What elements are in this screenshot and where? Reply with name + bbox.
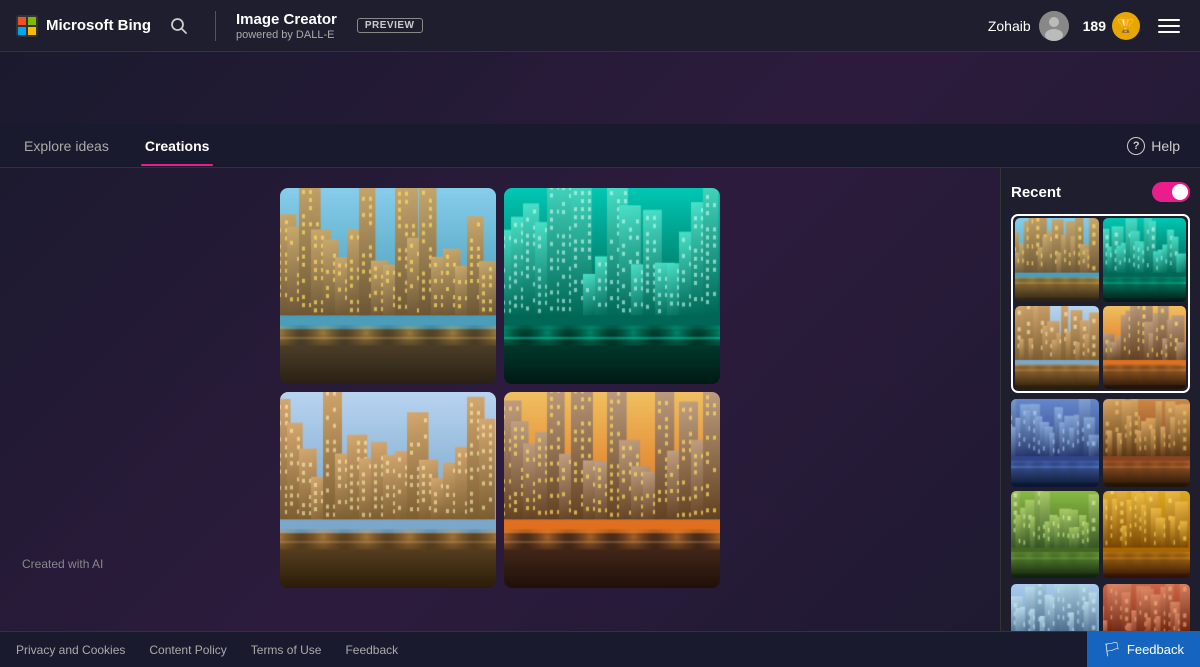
grid-image-4[interactable] — [504, 392, 720, 588]
username: Zohaib — [988, 18, 1031, 34]
recent-thumb-6[interactable] — [1103, 399, 1191, 487]
image-grid — [280, 188, 720, 588]
recent-header: Recent — [1011, 182, 1190, 202]
header-left: Microsoft Bing Image Creator powered by … — [16, 10, 423, 42]
powered-by-text: powered by DALL-E — [236, 29, 337, 41]
user-info[interactable]: Zohaib — [988, 11, 1069, 41]
help-button[interactable]: ? Help — [1127, 137, 1180, 155]
image-grid-area — [0, 168, 1000, 631]
hamburger-menu-icon[interactable] — [1154, 11, 1184, 41]
feedback-button[interactable]: 🏳 Feedback — [1087, 631, 1200, 667]
recent-label: Recent — [1011, 184, 1061, 201]
recent-thumb-8[interactable] — [1103, 491, 1191, 579]
bing-logo-icon — [16, 15, 38, 37]
help-label: Help — [1151, 138, 1180, 154]
created-with-ai-label: Created with AI — [22, 557, 103, 571]
coin-count: 189 — [1083, 18, 1106, 34]
tab-explore-ideas[interactable]: Explore ideas — [20, 126, 113, 166]
recent-thumb-2[interactable] — [1103, 218, 1187, 302]
grid-image-3[interactable] — [280, 392, 496, 588]
tab-creations[interactable]: Creations — [141, 126, 214, 166]
preview-badge: PREVIEW — [357, 18, 423, 33]
avatar — [1039, 11, 1069, 41]
bing-logo[interactable]: Microsoft Bing — [16, 15, 151, 37]
recent-thumb-10[interactable] — [1103, 584, 1191, 631]
header-divider — [215, 11, 216, 41]
recent-thumb-3[interactable] — [1015, 306, 1099, 390]
feedback-btn-label: Feedback — [1127, 642, 1184, 657]
header: Microsoft Bing Image Creator powered by … — [0, 0, 1200, 52]
recent-sidebar: Recent — [1000, 168, 1200, 631]
tabs-bar: Explore ideas Creations ? Help — [0, 124, 1200, 168]
recent-group-3 — [1011, 584, 1190, 631]
header-search-icon[interactable] — [163, 10, 195, 42]
terms-link[interactable]: Terms of Use — [251, 643, 322, 657]
recent-group-selected — [1011, 214, 1190, 393]
recent-group-2 — [1011, 399, 1190, 578]
header-right: Zohaib 189 🏆 — [988, 11, 1184, 41]
recent-thumb-9[interactable] — [1011, 584, 1099, 631]
grid-image-1[interactable] — [280, 188, 496, 384]
footer: Privacy and Cookies Content Policy Terms… — [0, 631, 1200, 667]
help-circle-icon: ? — [1127, 137, 1145, 155]
feedback-flag-icon: 🏳 — [1103, 641, 1121, 658]
image-creator-title: Image Creator — [236, 11, 337, 29]
image-creator-info: Image Creator powered by DALL-E — [236, 11, 337, 41]
recent-thumb-5[interactable] — [1011, 399, 1099, 487]
bing-text: Microsoft Bing — [46, 17, 151, 34]
recent-thumb-1[interactable] — [1015, 218, 1099, 302]
privacy-link[interactable]: Privacy and Cookies — [16, 643, 125, 657]
recent-thumb-4[interactable] — [1103, 306, 1187, 390]
coin-icon: 🏆 — [1112, 12, 1140, 40]
feedback-link[interactable]: Feedback — [345, 643, 398, 657]
grid-image-2[interactable] — [504, 188, 720, 384]
coins-badge[interactable]: 189 🏆 — [1083, 12, 1140, 40]
recent-toggle[interactable] — [1152, 182, 1190, 202]
main-content: Recent — [0, 168, 1200, 631]
content-policy-link[interactable]: Content Policy — [149, 643, 226, 657]
toggle-knob — [1172, 184, 1188, 200]
recent-thumb-7[interactable] — [1011, 491, 1099, 579]
